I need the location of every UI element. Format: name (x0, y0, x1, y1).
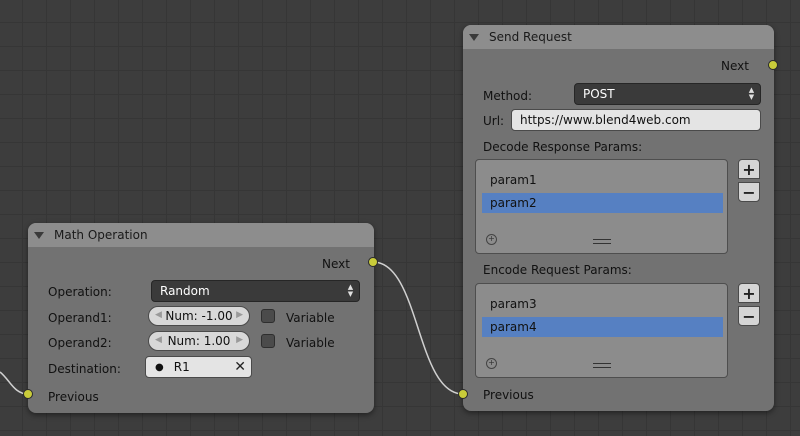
method-value: POST (583, 87, 615, 101)
encode-params-list[interactable]: param3 param4 + (475, 283, 728, 378)
math-previous-label: Previous (48, 390, 99, 404)
operand2-variable-label: Variable (286, 336, 335, 350)
decrement-arrow-icon[interactable]: ◀ (155, 335, 162, 345)
encode-add-button[interactable]: + (738, 283, 760, 303)
decode-remove-button[interactable]: − (738, 182, 760, 202)
updown-arrows-icon: ▲ ▼ (748, 86, 755, 101)
updown-arrows-icon: ▲ ▼ (347, 283, 354, 298)
send-node-title: Send Request (489, 30, 572, 44)
math-next-label: Next (322, 257, 350, 271)
operation-label: Operation: (48, 285, 112, 299)
list-item[interactable]: param1 (482, 170, 723, 190)
decode-add-button[interactable]: + (738, 159, 760, 179)
math-node-header[interactable]: Math Operation (28, 223, 374, 247)
operand2-variable-checkbox[interactable] (261, 334, 275, 348)
operation-value: Random (160, 284, 210, 298)
encode-params-label: Encode Request Params: (483, 263, 632, 277)
collapse-triangle-icon[interactable] (469, 33, 479, 41)
wire-next-to-previous (372, 261, 464, 395)
resize-grip-icon[interactable] (592, 239, 611, 244)
resize-grip-icon[interactable] (592, 363, 611, 368)
send-next-socket[interactable] (768, 60, 778, 70)
collapse-triangle-icon[interactable] (34, 231, 44, 239)
increment-arrow-icon[interactable]: ▶ (236, 310, 243, 320)
small-plus-icon[interactable]: + (486, 358, 497, 369)
clear-x-icon[interactable]: ✕ (234, 359, 246, 375)
decrement-arrow-icon[interactable]: ◀ (155, 310, 162, 320)
operation-dropdown[interactable]: Random ▲ ▼ (151, 280, 360, 302)
operand2-label: Operand2: (48, 336, 112, 350)
destination-value: R1 (173, 360, 190, 374)
decode-params-list[interactable]: param1 param2 + (475, 159, 728, 254)
url-label: Url: (483, 114, 505, 128)
math-node-title: Math Operation (54, 228, 148, 242)
math-previous-socket[interactable] (23, 389, 33, 399)
operand2-number-field[interactable]: ◀ Num: 1.00 ▶ (148, 331, 250, 351)
method-dropdown[interactable]: POST ▲ ▼ (574, 83, 761, 105)
send-next-label: Next (721, 59, 749, 73)
destination-label: Destination: (48, 362, 121, 376)
operand1-variable-checkbox[interactable] (261, 309, 275, 323)
send-request-node[interactable]: Send Request Next Method: POST ▲ ▼ Url: h… (463, 25, 774, 411)
operand1-number-field[interactable]: ◀ Num: -1.00 ▶ (148, 306, 250, 326)
list-item-selected[interactable]: param2 (482, 193, 723, 213)
url-value: https://www.blend4web.com (520, 113, 691, 127)
list-item[interactable]: param3 (482, 294, 723, 314)
list-item-selected[interactable]: param4 (482, 317, 723, 337)
send-previous-label: Previous (483, 388, 534, 402)
operand1-variable-label: Variable (286, 311, 335, 325)
destination-field[interactable]: ● R1 ✕ (145, 356, 252, 378)
url-input[interactable]: https://www.blend4web.com (511, 109, 761, 131)
increment-arrow-icon[interactable]: ▶ (236, 335, 243, 345)
decode-params-label: Decode Response Params: (483, 140, 643, 154)
send-node-header[interactable]: Send Request (463, 25, 774, 49)
math-operation-node[interactable]: Math Operation Next Operation: Random ▲ ▼… (28, 223, 374, 413)
operand1-value: Num: -1.00 (165, 309, 233, 323)
operand1-label: Operand1: (48, 311, 112, 325)
send-previous-socket[interactable] (458, 389, 468, 399)
operand2-value: Num: 1.00 (167, 334, 231, 348)
method-label: Method: (483, 89, 533, 103)
small-plus-icon[interactable]: + (486, 234, 497, 245)
math-next-socket[interactable] (368, 257, 378, 267)
encode-remove-button[interactable]: − (738, 306, 760, 326)
bullet-icon: ● (155, 361, 164, 373)
